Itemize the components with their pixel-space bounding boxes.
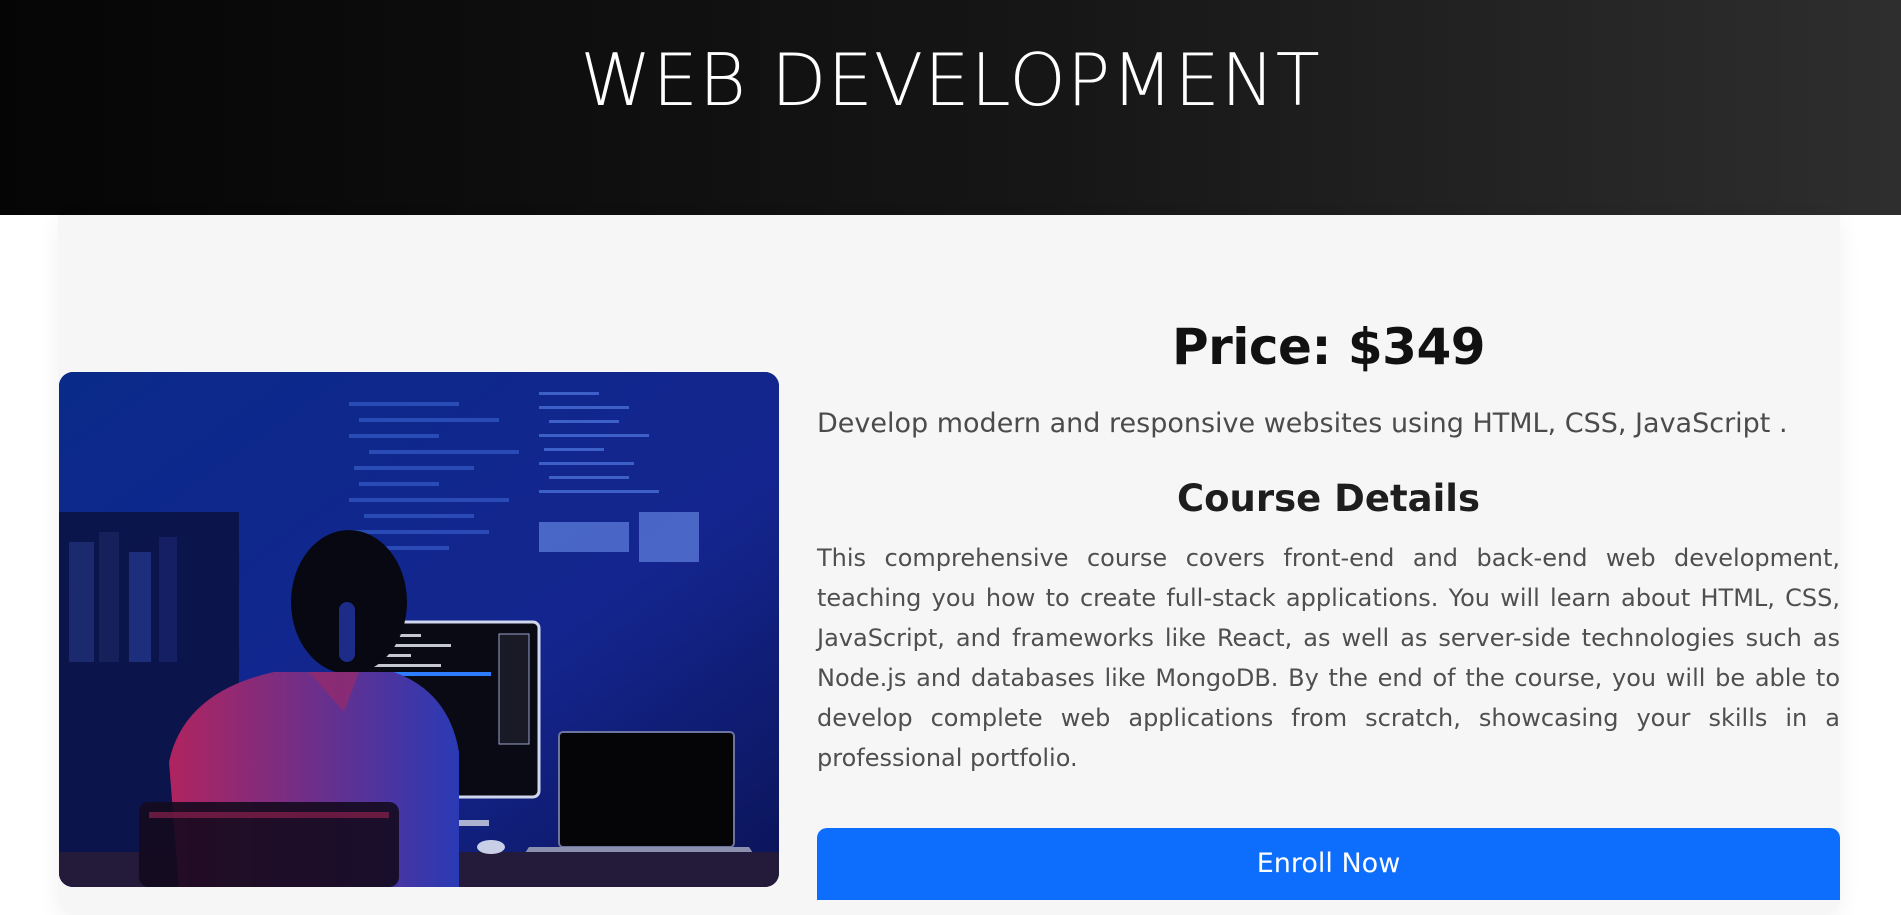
page-title: WEB DEVELOPMENT bbox=[580, 38, 1321, 122]
page-header: WEB DEVELOPMENT bbox=[0, 0, 1901, 215]
course-details-heading: Course Details bbox=[1176, 477, 1480, 520]
course-details-text: This comprehensive course covers front-e… bbox=[817, 544, 1840, 772]
course-image bbox=[59, 372, 779, 887]
course-tagline: Develop modern and responsive websites u… bbox=[817, 408, 1788, 439]
developer-at-computer-image bbox=[59, 372, 779, 887]
enroll-now-button[interactable]: Enroll Now bbox=[817, 828, 1840, 900]
course-price: Price: $349 bbox=[1171, 318, 1486, 376]
page-scrollbar[interactable] bbox=[1883, 215, 1901, 900]
